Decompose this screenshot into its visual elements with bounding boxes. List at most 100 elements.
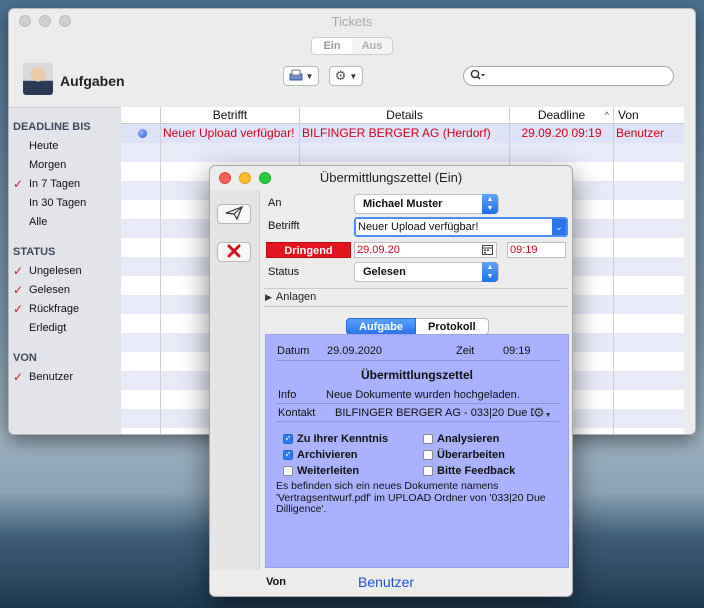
sidebar-heading-deadline: DEADLINE BIS	[13, 121, 91, 133]
sidebar-item-label: Benutzer	[29, 371, 74, 383]
search-input[interactable]	[488, 69, 668, 83]
table-header: Betrifft Details Deadline ^ Von	[121, 107, 684, 124]
datum-label: Datum	[277, 345, 310, 357]
status-cell	[121, 124, 161, 143]
checkmark-icon: ✓	[13, 283, 24, 297]
compose-menu-button[interactable]: ▼	[283, 66, 319, 86]
gear-icon: ⚙	[334, 68, 347, 83]
checkbox-weiterleiten[interactable]: Weiterleiten	[283, 465, 359, 477]
window-title: Tickets	[331, 13, 373, 29]
checkbox-label: Bitte Feedback	[437, 465, 516, 477]
popup-stepper-icon: ▲ ▼	[482, 262, 498, 282]
popup-stepper-icon: ▲ ▼	[482, 194, 498, 214]
subject-value: Neuer Upload verfügbar!	[358, 221, 479, 233]
checkbox-label: Zu Ihrer Kenntnis	[297, 433, 389, 445]
sidebar-item-benutzer[interactable]: ✓ Benutzer	[9, 368, 121, 387]
sidebar-item-label: Ungelesen	[29, 265, 82, 277]
sidebar-item-heute[interactable]: Heute	[9, 137, 121, 156]
dialog-title: Übermittlungszettel (Ein)	[319, 170, 463, 185]
time-field[interactable]: 09:19	[507, 242, 566, 258]
checkbox-archivieren[interactable]: ✓ Archivieren	[283, 449, 358, 461]
checkbox-unchecked-icon	[423, 434, 433, 444]
recipient-popup[interactable]: Michael Muster ▲ ▼	[354, 194, 499, 214]
task-panel: Datum 29.09.2020 Zeit 09:19 Übermittlung…	[265, 334, 569, 568]
tab-protokoll[interactable]: Protokoll	[416, 318, 489, 335]
checkbox-bitte-feedback[interactable]: Bitte Feedback	[423, 465, 515, 477]
sidebar-item-30-tagen[interactable]: In 30 Tagen	[9, 194, 121, 213]
sidebar-item-alle[interactable]: Alle	[9, 213, 121, 232]
empty-row	[121, 143, 684, 162]
von-value[interactable]: Benutzer	[358, 574, 414, 590]
sidebar-item-label: Erledigt	[29, 322, 67, 334]
checkmark-icon: ✓	[13, 264, 24, 278]
close-window-button[interactable]	[19, 15, 31, 27]
paper-plane-icon	[225, 205, 244, 223]
status-popup[interactable]: Gelesen ▲ ▼	[354, 262, 499, 282]
betrifft-label: Betrifft	[268, 220, 300, 232]
checkmark-icon: ✓	[13, 370, 24, 384]
divider	[264, 288, 568, 289]
segment-ein[interactable]: Ein	[312, 38, 352, 54]
recipient-value: Michael Muster	[363, 198, 443, 210]
sidebar-item-label: Alle	[29, 216, 48, 228]
zoom-window-button[interactable]	[59, 15, 71, 27]
zeit-value: 09:19	[503, 345, 531, 357]
sidebar-item-ungelesen[interactable]: ✓ Ungelesen	[9, 262, 121, 281]
table-row[interactable]: Neuer Upload verfügbar! BILFINGER BERGER…	[121, 124, 684, 143]
minimize-window-button[interactable]	[39, 15, 51, 27]
zeit-label: Zeit	[456, 345, 475, 357]
column-header-deadline[interactable]: Deadline ^	[510, 107, 614, 123]
checkbox-analysieren[interactable]: Analysieren	[423, 433, 499, 445]
sidebar-heading-status: STATUS	[13, 246, 56, 258]
settings-menu-button[interactable]: ⚙ ▼	[329, 66, 363, 86]
chevron-down-icon[interactable]: ⌄	[552, 219, 566, 235]
checkbox-ueberarbeiten[interactable]: Überarbeiten	[423, 449, 505, 461]
info-label: Info	[278, 389, 297, 401]
an-label: An	[268, 197, 282, 209]
attachments-disclosure[interactable]: ▶ Anlagen	[265, 291, 316, 303]
checkbox-label: Archivieren	[297, 449, 358, 461]
title-bar: Tickets	[9, 9, 695, 33]
avatar	[23, 63, 53, 95]
divider	[276, 360, 560, 361]
column-header-betrifft[interactable]: Betrifft	[161, 107, 300, 123]
checkbox-zu-ihrer-kenntnis[interactable]: ✓ Zu Ihrer Kenntnis	[283, 433, 388, 445]
sidebar-item-label: In 30 Tagen	[29, 197, 87, 209]
sidebar-item-erledigt[interactable]: Erledigt	[9, 319, 121, 338]
tab-aufgabe[interactable]: Aufgabe	[346, 318, 416, 335]
column-header-von[interactable]: Von	[614, 107, 684, 123]
cell-deadline: 29.09.20 09:19	[510, 124, 614, 143]
cell-von: Benutzer	[616, 126, 665, 140]
chevron-down-icon: ▼	[544, 412, 552, 419]
priority-badge[interactable]: Dringend	[266, 242, 351, 258]
sidebar-item-rueckfrage[interactable]: ✓ Rückfrage	[9, 300, 121, 319]
send-button[interactable]	[217, 204, 251, 224]
von-label: Von	[266, 576, 286, 588]
search-icon	[470, 69, 486, 84]
sidebar-item-label: Gelesen	[29, 284, 70, 296]
dialog-action-bar	[210, 190, 260, 570]
filter-sidebar: DEADLINE BIS Heute Morgen ✓ In 7 Tagen In…	[9, 107, 121, 434]
checkbox-checked-icon: ✓	[283, 434, 293, 444]
disclosure-triangle-icon: ▶	[265, 292, 272, 302]
sidebar-item-label: Rückfrage	[29, 303, 80, 315]
sidebar-item-7-tagen[interactable]: ✓ In 7 Tagen	[9, 175, 121, 194]
checkbox-label: Analysieren	[437, 433, 500, 445]
segment-aus[interactable]: Aus	[352, 38, 392, 54]
panel-heading: Übermittlungszettel	[360, 368, 473, 382]
date-value: 29.09.20	[357, 244, 400, 256]
column-header-status[interactable]	[121, 107, 161, 123]
calendar-icon[interactable]	[482, 244, 493, 259]
date-field[interactable]: 29.09.20	[354, 242, 497, 258]
sidebar-item-gelesen[interactable]: ✓ Gelesen	[9, 281, 121, 300]
contact-gear-menu[interactable]: ⚙▼	[533, 405, 552, 421]
sidebar-item-morgen[interactable]: Morgen	[9, 156, 121, 175]
search-field[interactable]	[463, 66, 674, 86]
chevron-down-icon: ▼	[305, 71, 314, 81]
subject-combobox[interactable]: Neuer Upload verfügbar! ⌄	[354, 217, 568, 237]
kontakt-value: BILFINGER BERGER AG - 033|20 Due D	[335, 407, 534, 419]
delete-button[interactable]	[217, 242, 251, 262]
page-title: Aufgaben	[60, 73, 125, 89]
column-header-details[interactable]: Details	[300, 107, 510, 123]
checkbox-unchecked-icon	[423, 450, 433, 460]
